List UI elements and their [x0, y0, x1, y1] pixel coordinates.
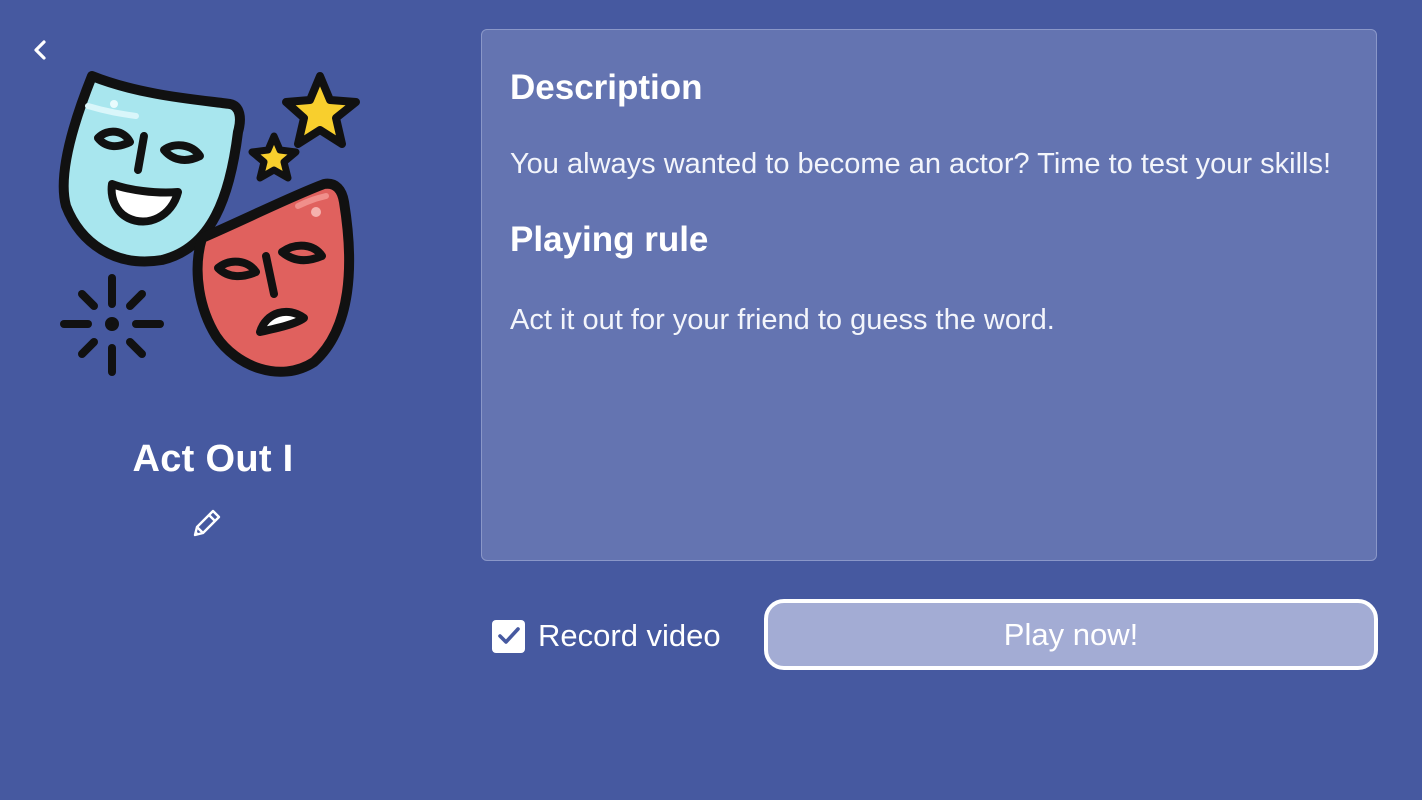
- play-now-button[interactable]: Play now!: [764, 599, 1378, 670]
- checkbox-checked-icon[interactable]: [492, 619, 525, 653]
- chevron-left-icon: [34, 40, 46, 60]
- theater-masks-icon: [58, 71, 360, 377]
- pencil-icon: [193, 509, 221, 537]
- description-heading: Description: [510, 68, 703, 107]
- game-title: Act Out I: [132, 438, 294, 480]
- back-button[interactable]: [24, 34, 56, 66]
- edit-button[interactable]: [186, 504, 226, 544]
- star-icon: [248, 132, 300, 182]
- star-icon: [282, 72, 360, 148]
- sparkle-icon: [60, 274, 164, 376]
- game-detail-screen: Act Out I Description You always wanted …: [0, 0, 1422, 800]
- playing-rule-heading: Playing rule: [510, 220, 709, 259]
- game-info-panel: Description You always wanted to become …: [481, 29, 1377, 561]
- record-video-label: Record video: [538, 618, 721, 653]
- description-text: You always wanted to become an actor? Ti…: [510, 148, 1332, 180]
- record-video-checkbox[interactable]: Record video: [492, 616, 721, 656]
- playing-rule-text: Act it out for your friend to guess the …: [510, 304, 1055, 336]
